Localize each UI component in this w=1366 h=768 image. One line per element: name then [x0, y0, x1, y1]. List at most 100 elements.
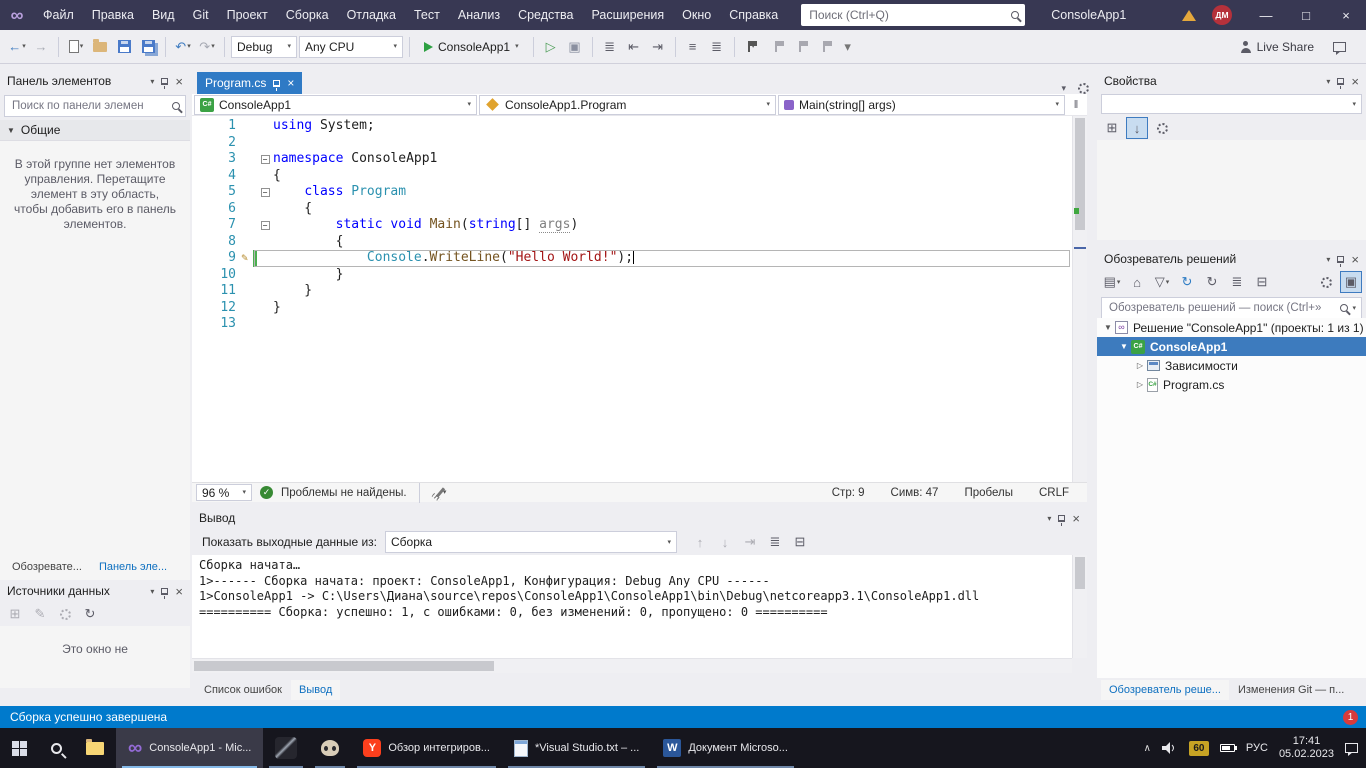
show-all-files-icon[interactable]: ≣: [1226, 271, 1248, 293]
debug-configuration-combo[interactable]: Debug▾: [231, 36, 297, 58]
solution-search-input[interactable]: [1107, 301, 1336, 315]
code-line[interactable]: 2: [192, 135, 1072, 152]
properties-object-dropdown[interactable]: ▾: [1101, 94, 1362, 114]
data-sources-title-bar[interactable]: Источники данных ▾ ×: [0, 580, 190, 602]
menu-item-4[interactable]: Проект: [218, 0, 277, 30]
send-feedback-icon[interactable]: [1328, 36, 1350, 58]
code-line[interactable]: 11 }: [192, 283, 1072, 300]
toolbox-title-bar[interactable]: Панель элементов ▾ ×: [0, 70, 190, 92]
previous-bookmark-icon[interactable]: [765, 36, 787, 58]
toolbox-section-general[interactable]: ▼ Общие: [0, 120, 190, 141]
keyboard-language[interactable]: РУС: [1246, 742, 1268, 754]
left-dock-tab-0[interactable]: Обозревате...: [4, 557, 90, 577]
expander-expanded-icon[interactable]: ▼: [1101, 323, 1115, 332]
panel-menu-icon[interactable]: ▾: [150, 77, 154, 86]
menu-item-6[interactable]: Отладка: [338, 0, 405, 30]
line-ending-indicator[interactable]: CRLF: [1039, 487, 1069, 499]
menu-item-8[interactable]: Анализ: [449, 0, 509, 30]
solution-explorer-search[interactable]: ▾: [1101, 297, 1362, 319]
panel-menu-icon[interactable]: ▾: [1326, 77, 1330, 86]
close-icon[interactable]: ×: [175, 75, 183, 88]
right-dock-tab-0[interactable]: Обозреватель реше...: [1101, 680, 1229, 700]
property-pages-icon[interactable]: [1151, 117, 1173, 139]
code-line[interactable]: 8 {: [192, 234, 1072, 251]
close-icon[interactable]: ×: [175, 585, 183, 598]
output-vertical-scrollbar[interactable]: [1072, 555, 1087, 658]
action-center-icon[interactable]: [1345, 743, 1358, 753]
sync-with-active-document-icon[interactable]: ↻: [1176, 271, 1198, 293]
start-without-debugging-icon[interactable]: ▷: [540, 36, 562, 58]
code-line[interactable]: 6 {: [192, 201, 1072, 218]
taskbar-notepad-button[interactable]: *Visual Studio.txt – ...: [502, 728, 651, 768]
scrollbar-thumb[interactable]: [1075, 557, 1085, 589]
speaker-icon[interactable]: [1162, 742, 1178, 754]
code-line[interactable]: 5− class Program: [192, 184, 1072, 201]
home-icon[interactable]: ⌂: [1126, 271, 1148, 293]
collapse-region-icon[interactable]: −: [261, 188, 270, 197]
refresh-data-source-icon[interactable]: ↻: [79, 603, 101, 625]
menu-item-5[interactable]: Сборка: [277, 0, 338, 30]
taskbar-yandex-browser-button[interactable]: YОбзор интегриров...: [351, 728, 502, 768]
live-share-button[interactable]: Live Share: [1240, 40, 1314, 54]
nav-backward-icon[interactable]: ←▾: [6, 36, 28, 58]
pin-icon[interactable]: [161, 78, 168, 85]
pin-icon[interactable]: [1337, 78, 1344, 85]
code-line[interactable]: 3−namespace ConsoleApp1: [192, 151, 1072, 168]
output-title-bar[interactable]: Вывод ▾ ×: [192, 507, 1087, 529]
expander-expanded-icon[interactable]: ▼: [1117, 342, 1131, 351]
edit-schema-icon[interactable]: ✎: [29, 603, 51, 625]
toggle-bookmark-icon[interactable]: ▾: [741, 36, 763, 58]
quick-launch-search[interactable]: [801, 4, 1025, 26]
code-line[interactable]: 9✎ Console.WriteLine("Hello World!");: [192, 250, 1072, 267]
hidden-icons-chevron-icon[interactable]: ∧: [1144, 743, 1151, 754]
editor-options-gear-icon[interactable]: [1078, 83, 1089, 94]
pin-icon[interactable]: [1337, 256, 1344, 263]
redo-icon[interactable]: ↷▾: [196, 36, 218, 58]
alphabetical-icon[interactable]: ↓: [1126, 117, 1148, 139]
refresh-icon[interactable]: ↻: [1201, 271, 1223, 293]
expander-collapsed-icon[interactable]: ▷: [1133, 380, 1147, 389]
quick-launch-input[interactable]: [807, 7, 1007, 23]
taskbar-game-button[interactable]: [263, 728, 309, 768]
expander-collapsed-icon[interactable]: ▷: [1133, 361, 1147, 370]
collapse-region-icon[interactable]: −: [261, 221, 270, 230]
close-tab-icon[interactable]: ×: [287, 76, 294, 90]
filter-icon[interactable]: ▽▾: [1151, 271, 1173, 293]
file-explorer-button[interactable]: [74, 728, 116, 768]
nav-forward-icon[interactable]: →: [30, 36, 52, 58]
code-line[interactable]: 10 }: [192, 267, 1072, 284]
menu-item-0[interactable]: Файл: [34, 0, 83, 30]
properties-icon[interactable]: [1315, 271, 1337, 293]
menu-item-7[interactable]: Тест: [405, 0, 449, 30]
code-line[interactable]: 13: [192, 316, 1072, 333]
bottom-dock-tab-1[interactable]: Вывод: [291, 680, 340, 700]
clear-all-icon[interactable]: ≣: [764, 531, 786, 553]
keep-open-icon[interactable]: [273, 80, 280, 87]
collapse-region-icon[interactable]: −: [261, 155, 270, 164]
menu-item-9[interactable]: Средства: [509, 0, 582, 30]
split-window-icon[interactable]: ‖: [1067, 95, 1085, 115]
menu-item-12[interactable]: Справка: [720, 0, 787, 30]
open-file-icon[interactable]: [89, 36, 111, 58]
output-source-dropdown[interactable]: Сборка ▾: [385, 531, 677, 553]
next-bookmark-icon[interactable]: [789, 36, 811, 58]
increase-indent-icon[interactable]: ⇥: [647, 36, 669, 58]
code-editor[interactable]: 1using System;23−namespace ConsoleApp14{…: [192, 116, 1072, 482]
uncomment-icon[interactable]: ≣: [706, 36, 728, 58]
panel-menu-icon[interactable]: ▾: [1326, 255, 1330, 264]
previous-message-icon[interactable]: ↑: [689, 531, 711, 553]
decrease-indent-icon[interactable]: ⇤: [623, 36, 645, 58]
taskbar-skull-game-button[interactable]: [309, 728, 351, 768]
taskbar-clock[interactable]: 17:41 05.02.2023: [1279, 735, 1334, 761]
output-horizontal-scrollbar[interactable]: [192, 658, 1072, 673]
close-icon[interactable]: ×: [1072, 512, 1080, 525]
indentation-indicator[interactable]: Пробелы: [964, 487, 1013, 499]
close-button[interactable]: ×: [1326, 0, 1366, 30]
configure-data-source-icon[interactable]: [54, 603, 76, 625]
type-dropdown[interactable]: ConsoleApp1.Program ▾: [479, 95, 776, 115]
start-button[interactable]: [0, 728, 39, 768]
project-dropdown[interactable]: C# ConsoleApp1 ▾: [194, 95, 477, 115]
panel-menu-icon[interactable]: ▾: [150, 587, 154, 596]
add-data-source-icon[interactable]: ⊞: [4, 603, 26, 625]
taskbar-word-button[interactable]: WДокумент Microso...: [651, 728, 800, 768]
